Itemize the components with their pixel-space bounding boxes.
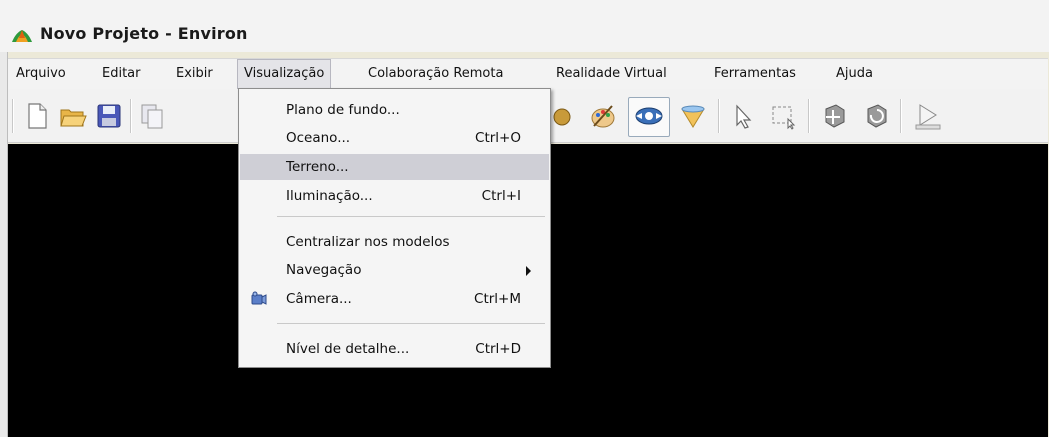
visualizacao-dropdown-menu: Plano de fundo... Oceano... Ctrl+O Terre… (238, 88, 551, 368)
globe-icon[interactable] (552, 101, 582, 131)
play-ruler-icon[interactable] (912, 101, 942, 131)
submenu-arrow-icon (526, 266, 531, 276)
menu-editar[interactable]: Editar (96, 59, 147, 89)
new-file-icon[interactable] (22, 101, 52, 131)
menu-colaboracao-remota[interactable]: Colaboração Remota (362, 59, 509, 89)
select-arrow-icon[interactable] (728, 101, 758, 131)
menu-realidade-virtual[interactable]: Realidade Virtual (550, 59, 673, 89)
window-title: Novo Projeto - Environ (40, 24, 248, 43)
menu-item-oceano[interactable]: Oceano... Ctrl+O (240, 125, 549, 151)
menu-arquivo[interactable]: Arquivo (10, 59, 72, 89)
move-object-icon[interactable] (818, 101, 848, 131)
window-left-border (0, 52, 8, 437)
menu-item-camera[interactable]: Câmera... Ctrl+M (240, 286, 549, 312)
toolbar-separator (130, 99, 132, 133)
toolbar-separator-3 (808, 99, 810, 133)
toolbar-grip (12, 99, 14, 133)
menu-item-plano-de-fundo[interactable]: Plano de fundo... (240, 97, 549, 123)
menu-item-navegacao[interactable]: Navegação (240, 257, 549, 283)
title-bar: Novo Projeto - Environ (0, 0, 1049, 52)
camera-icon (251, 291, 267, 305)
menu-exibir[interactable]: Exibir (170, 59, 219, 89)
menu-separator (277, 216, 545, 217)
menu-ajuda[interactable]: Ajuda (830, 59, 879, 89)
navigation-eye-icon[interactable] (634, 101, 664, 131)
save-icon[interactable] (94, 101, 124, 131)
toolbar-separator-4 (900, 99, 902, 133)
menu-item-iluminacao[interactable]: Iluminação... Ctrl+I (240, 183, 549, 209)
app-window: Novo Projeto - Environ Arquivo Editar Ex… (0, 0, 1049, 437)
menu-ferramentas[interactable]: Ferramentas (708, 59, 802, 89)
rotate-object-icon[interactable] (860, 101, 890, 131)
copy-icon[interactable] (138, 101, 168, 131)
open-folder-icon[interactable] (58, 101, 88, 131)
environ-logo-icon (12, 30, 32, 42)
menu-visualizacao[interactable]: Visualização (237, 59, 332, 89)
menu-separator-2 (277, 323, 545, 324)
marquee-select-icon[interactable] (768, 101, 798, 131)
cone-filter-icon[interactable] (678, 101, 708, 131)
menu-item-nivel-de-detalhe[interactable]: Nível de detalhe... Ctrl+D (240, 336, 549, 362)
paint-palette-icon[interactable] (588, 101, 618, 131)
toolbar-separator-2 (718, 99, 720, 133)
menu-item-terreno[interactable]: Terreno... (240, 154, 549, 180)
menu-bar: Arquivo Editar Exibir Visualização Colab… (8, 58, 1048, 89)
menu-item-centralizar-nos-modelos[interactable]: Centralizar nos modelos (240, 229, 549, 255)
